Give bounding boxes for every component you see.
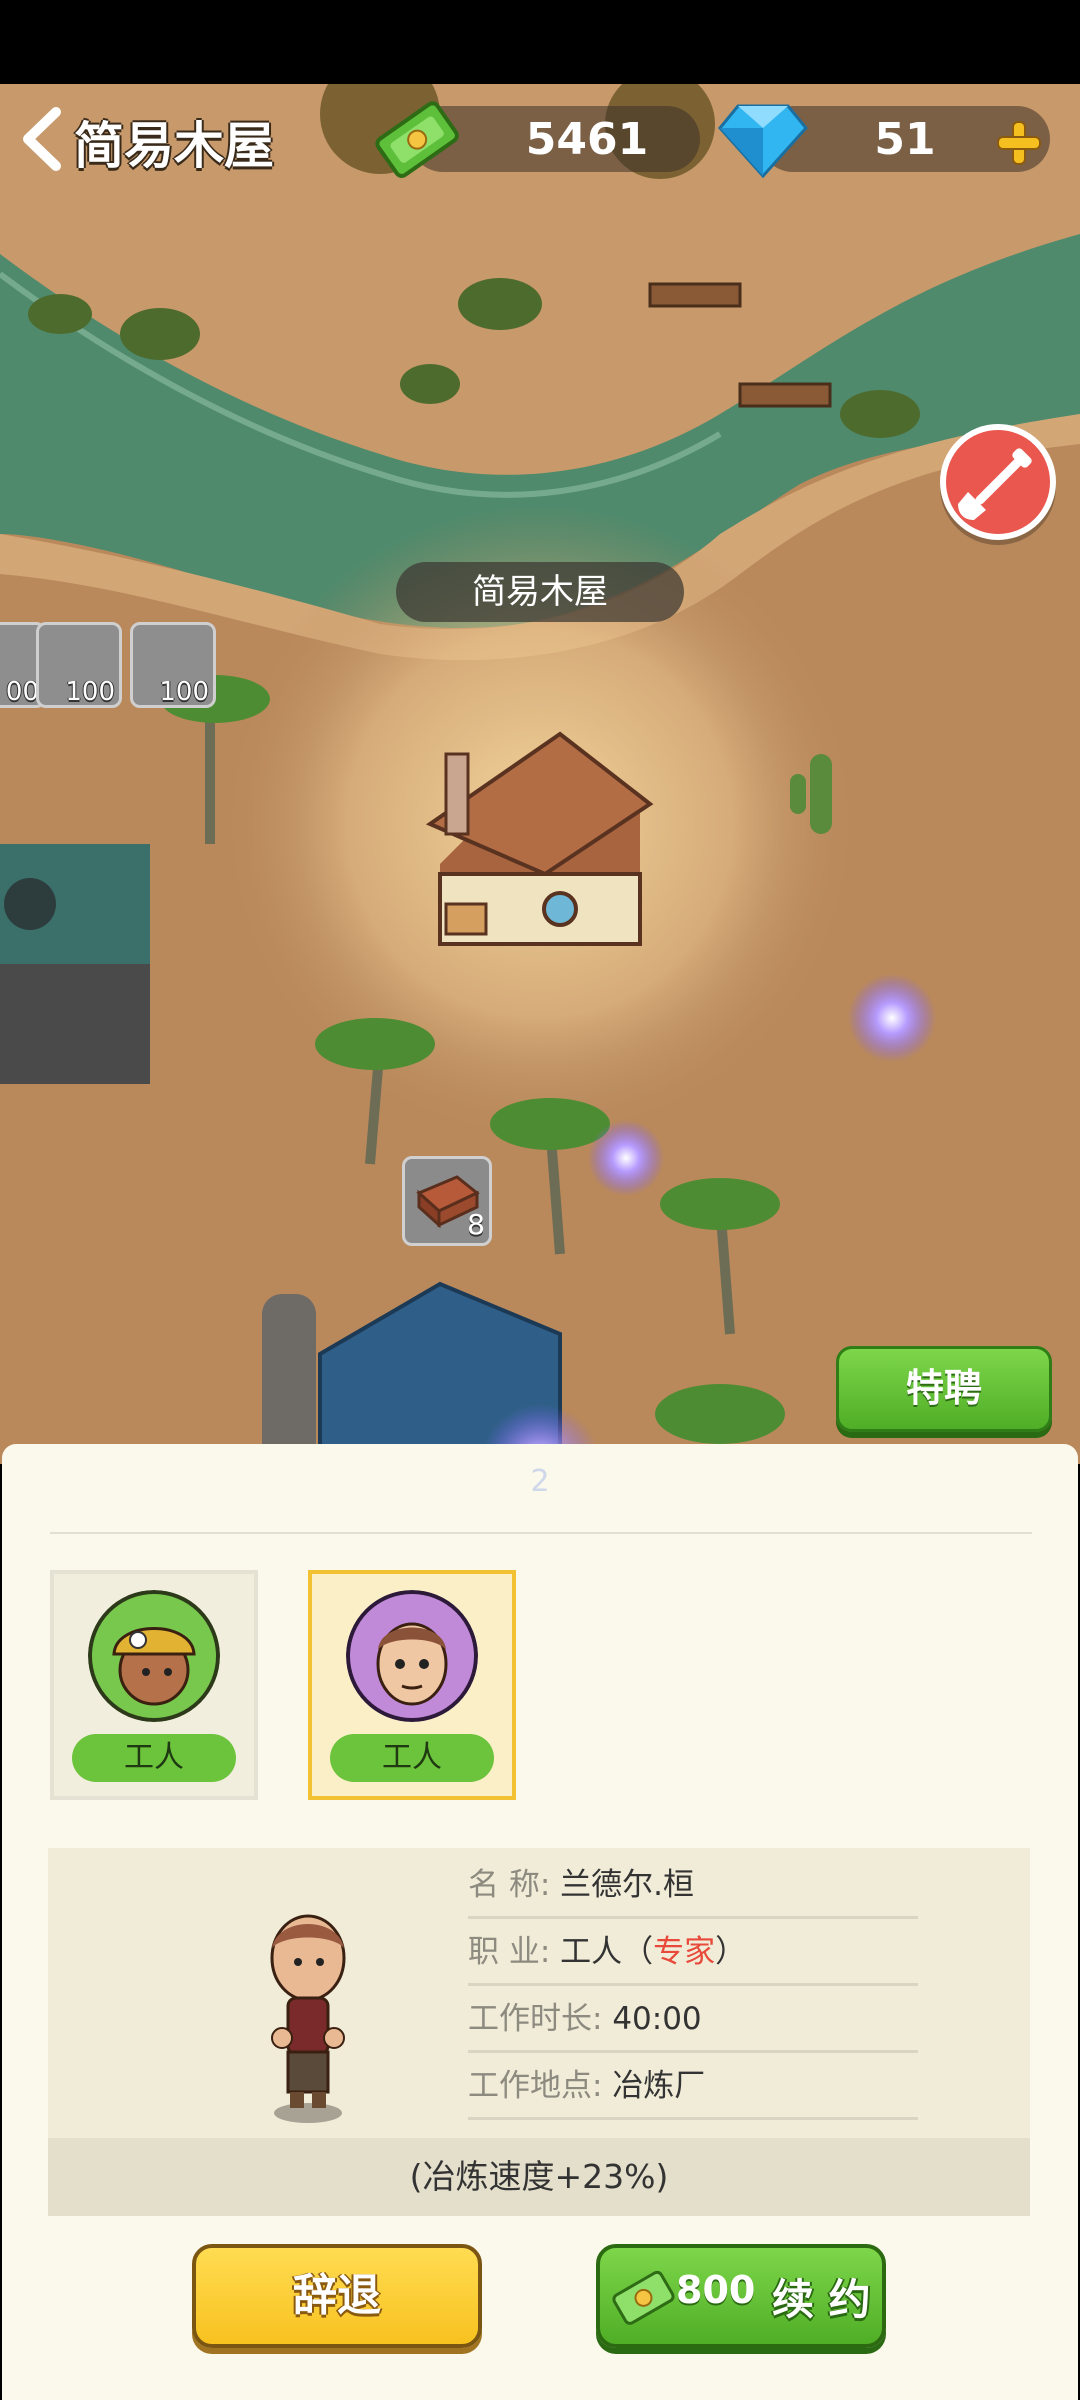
worker-card[interactable]: 工人: [50, 1570, 258, 1800]
miner-avatar-icon: [88, 1590, 220, 1722]
worker-portrait: [270, 1914, 346, 2123]
bonus-text: (冶炼速度+23%): [48, 2138, 1030, 2216]
shovel-button[interactable]: [940, 424, 1056, 540]
resource-tile[interactable]: 100: [36, 622, 122, 708]
page-indicator: 2: [530, 1464, 550, 1499]
status-bar: [0, 0, 1080, 84]
renew-label: 续 约: [772, 2275, 871, 2324]
job-label: 职 业:: [468, 1934, 551, 1970]
job-close: ）: [715, 1934, 747, 1970]
game-map[interactable]: [0, 84, 1080, 1464]
worker-card-selected[interactable]: 工人: [308, 1570, 516, 1800]
diamond-icon: [718, 104, 808, 179]
worker-role: 工人: [330, 1734, 494, 1782]
name-label: 名 称:: [468, 1867, 551, 1903]
special-hire-button[interactable]: 特聘: [836, 1346, 1052, 1432]
name-value: 兰德尔.桓: [560, 1867, 695, 1903]
resource-tile[interactable]: 100: [130, 622, 216, 708]
duration-row: 工作时长: 40:00: [468, 1988, 918, 2053]
location-value: 冶炼厂: [612, 2068, 706, 2104]
worker-info-box: 名 称: 兰德尔.桓 职 业: 工人（专家） 工作时长: 40:00 工作地点:…: [48, 1848, 1030, 2216]
duration-value: 40:00: [612, 2001, 702, 2037]
job-value: 工人（: [560, 1934, 654, 1970]
job-rank: 专家: [653, 1934, 716, 1970]
resource-tile-count: 100: [159, 677, 209, 707]
map-scene: [0, 84, 1080, 1464]
cash-stack-icon: [375, 101, 459, 178]
brick-resource-tile[interactable]: 8: [402, 1156, 492, 1246]
building-label: 简易木屋: [396, 562, 684, 622]
page-title: 简易木屋: [74, 117, 274, 175]
worker-details: 名 称: 兰德尔.桓 职 业: 工人（专家） 工作时长: 40:00 工作地点:…: [468, 1854, 918, 2122]
brick-count: 8: [467, 1208, 485, 1241]
resource-tile-count: 100: [65, 677, 115, 707]
resource-tile-count: 00: [5, 677, 39, 707]
top-bar: 简易木屋 5461 51: [0, 84, 1080, 194]
name-row: 名 称: 兰德尔.桓: [468, 1854, 918, 1919]
worker-avatar-icon: [346, 1590, 478, 1722]
plus-icon[interactable]: [992, 116, 1046, 170]
renew-button[interactable]: 800 续 约: [596, 2244, 886, 2348]
location-row: 工作地点: 冶炼厂: [468, 2055, 918, 2120]
back-arrow-icon[interactable]: [16, 104, 66, 174]
cash-value: 5461: [525, 114, 649, 165]
renew-cost: 800: [676, 2268, 756, 2312]
shovel-icon: [958, 448, 1032, 520]
location-label: 工作地点:: [468, 2068, 603, 2104]
job-row: 职 业: 工人（专家）: [468, 1921, 918, 1986]
cash-icon: [612, 2270, 675, 2325]
gem-value: 51: [874, 114, 936, 165]
dismiss-button[interactable]: 辞退: [192, 2244, 482, 2348]
worker-role: 工人: [72, 1734, 236, 1782]
duration-label: 工作时长:: [468, 2001, 603, 2037]
panel-divider: [50, 1532, 1032, 1534]
